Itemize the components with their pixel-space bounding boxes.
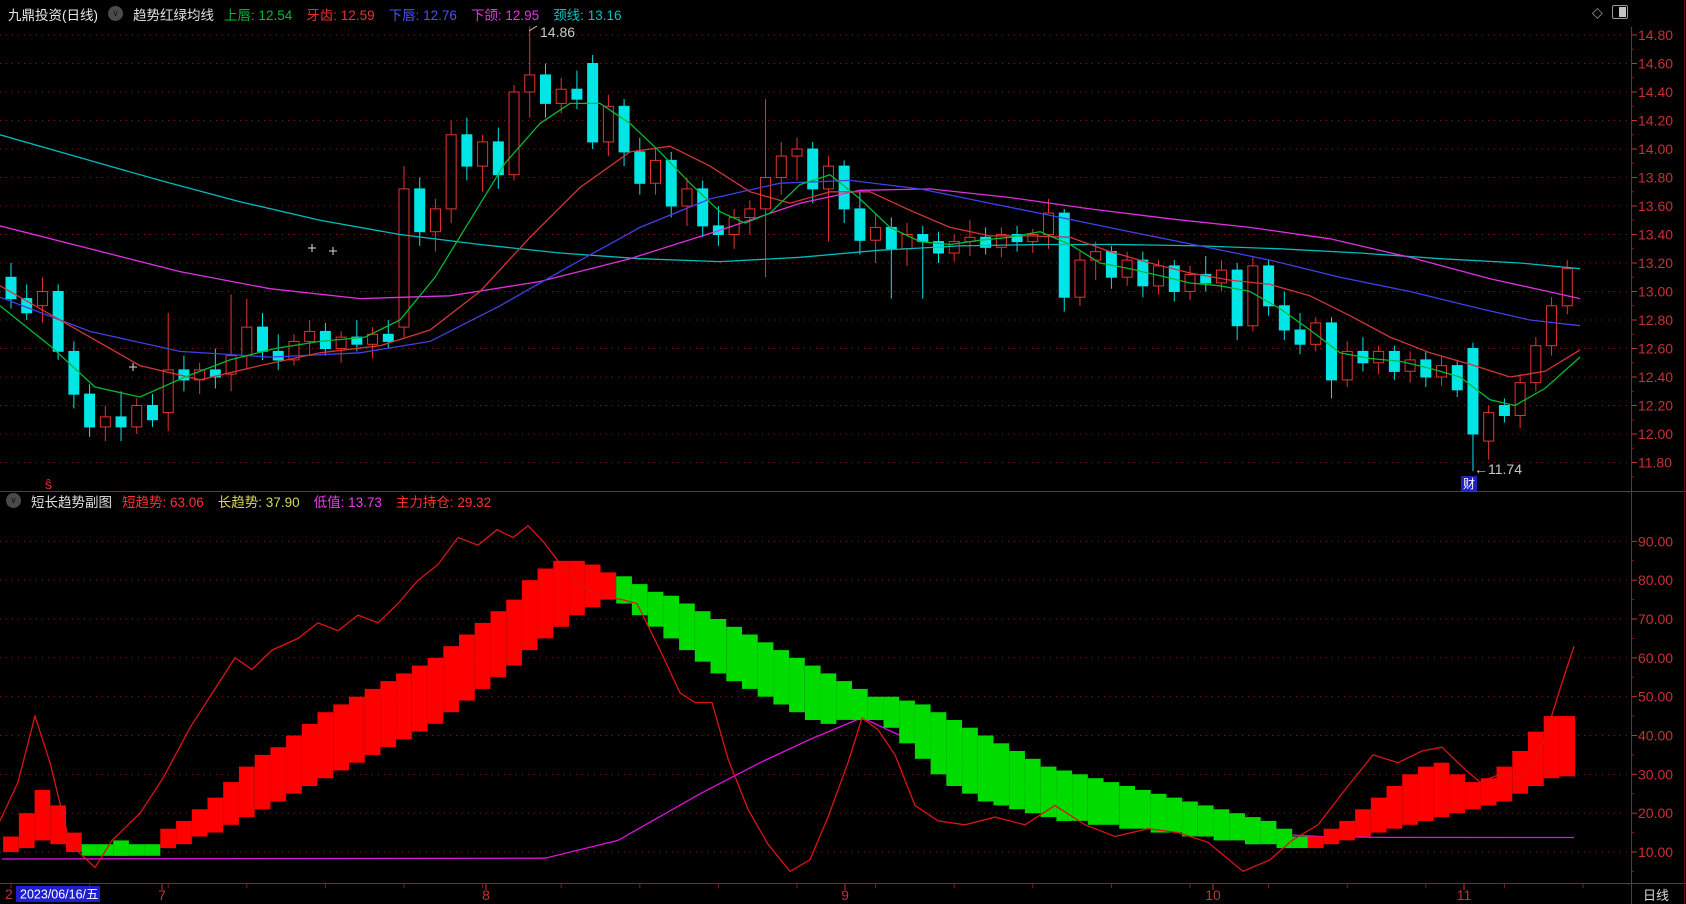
diamond-icon[interactable]: ◇: [1592, 5, 1603, 19]
svg-text:50.00: 50.00: [1638, 689, 1673, 705]
ma-legend-item-4: 颈线: 13.16: [553, 7, 622, 23]
main-grid: 14.80 14.60 14.40 14.20 14.00 13.80 13.60 13.40…: [0, 27, 1673, 478]
svg-text:13.40: 13.40: [1638, 227, 1673, 243]
svg-text:70.00: 70.00: [1638, 611, 1673, 627]
svg-text:12.20: 12.20: [1638, 398, 1673, 414]
month-label: 8: [482, 887, 490, 903]
main-indicator-name[interactable]: 趋势红绿均线: [133, 4, 214, 24]
svg-text:20.00: 20.00: [1638, 805, 1673, 821]
chevron-down-icon[interactable]: ∨: [108, 6, 123, 21]
svg-text:12.80: 12.80: [1638, 312, 1673, 328]
svg-text:14.40: 14.40: [1638, 84, 1673, 100]
svg-text:10.00: 10.00: [1638, 844, 1673, 860]
svg-text:14.20: 14.20: [1638, 113, 1673, 129]
period-label[interactable]: 日线: [1643, 888, 1669, 903]
chevron-down-icon[interactable]: ∨: [6, 493, 21, 508]
month-label: 11: [1457, 887, 1472, 903]
svg-text:12.60: 12.60: [1638, 341, 1673, 357]
svg-text:80.00: 80.00: [1638, 572, 1673, 588]
chart-canvas[interactable]: 14.80 14.60 14.40 14.20 14.00 13.80 13.60 13.40…: [0, 0, 1686, 904]
sub-legend-item-3: 主力持仓: 29.32: [395, 494, 492, 510]
sub-legend-item-0: 短趋势: 63.06: [122, 494, 204, 510]
stock-title[interactable]: 九鼎投资(日线): [8, 4, 98, 24]
ma-legend-item-3: 下颌: 12.95: [470, 7, 540, 23]
selected-date-label: 2023/06/16/五: [20, 888, 99, 902]
svg-text:←11.74: ←11.74: [1474, 461, 1522, 477]
svg-text:13.00: 13.00: [1638, 284, 1673, 300]
sub-legend-item-1: 长趋势: 37.90: [217, 494, 300, 510]
svg-text:12.00: 12.00: [1638, 426, 1673, 442]
svg-text:14.80: 14.80: [1638, 27, 1673, 43]
candles-group: [5, 26, 1573, 472]
corner-icons: ◇: [1592, 5, 1628, 19]
main-chart-header: 九鼎投资(日线) ∨ 趋势红绿均线 上唇: 12.54 牙齿: 12.59 下唇: …: [0, 0, 635, 27]
date-axis[interactable]: 7 8 9 10 11 2 2023/06/16/五 日线: [5, 884, 1669, 903]
svg-text:11.80: 11.80: [1638, 455, 1672, 471]
svg-text:13.80: 13.80: [1638, 170, 1673, 186]
svg-text:40.00: 40.00: [1638, 728, 1673, 744]
ma-legend-item-2: 下唇: 12.76: [388, 7, 457, 23]
sub-indicator-name[interactable]: 短长趋势副图: [31, 491, 112, 511]
plus-markers: [129, 244, 337, 371]
ma-legend: 上唇: 12.54 牙齿: 12.59 下唇: 12.76 下颌: 12.95 颈线: …: [224, 4, 635, 24]
split-window-icon[interactable]: [1611, 5, 1628, 19]
svg-text:财: 财: [1463, 477, 1475, 491]
trading-terminal-window: 九鼎投资(日线) ∨ 趋势红绿均线 上唇: 12.54 牙齿: 12.59 下唇: …: [0, 0, 1686, 904]
ma-legend-item-1: 牙齿: 12.59: [306, 7, 375, 23]
svg-text:60.00: 60.00: [1638, 650, 1673, 666]
svg-text:90.00: 90.00: [1638, 533, 1673, 549]
sub-legend-item-2: 低值: 13.73: [313, 494, 382, 510]
svg-text:30.00: 30.00: [1638, 766, 1673, 782]
month-label: 10: [1205, 887, 1221, 903]
sub-indicator-plot: [0, 524, 1576, 873]
svg-text:12.40: 12.40: [1638, 369, 1673, 385]
ma-legend-item-0: 上唇: 12.54: [224, 7, 293, 23]
svg-text:14.00: 14.00: [1638, 141, 1673, 157]
subchart-header: ∨ 短长趋势副图 短趋势: 63.06 长趋势: 37.90 低值: 13.73 主力…: [0, 491, 505, 511]
month-label: 9: [841, 887, 849, 903]
sub-legend: 短趋势: 63.06 长趋势: 37.90 低值: 13.73 主力持仓: 29.32: [122, 491, 505, 511]
svg-text:13.60: 13.60: [1638, 198, 1673, 214]
clipped-month-label: 2: [5, 886, 13, 902]
svg-text:14.60: 14.60: [1638, 56, 1673, 72]
month-label: 7: [158, 887, 166, 903]
svg-text:13.20: 13.20: [1638, 255, 1673, 271]
